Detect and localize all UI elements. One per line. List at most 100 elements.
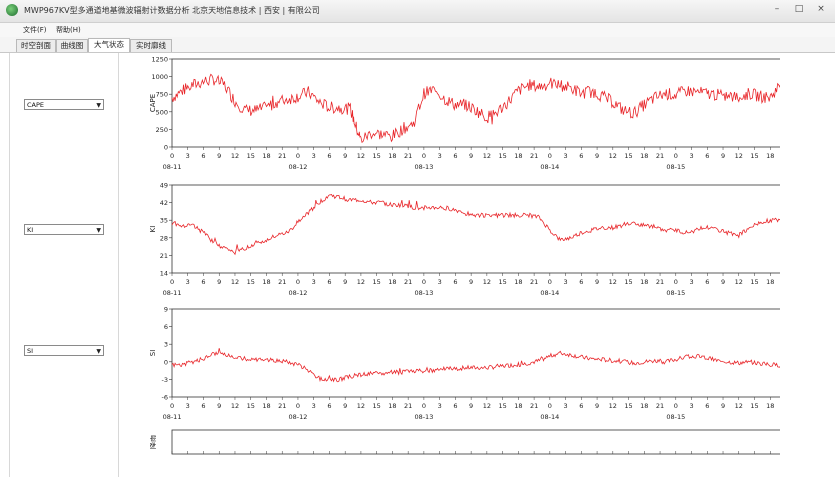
x-tick-label: 9	[469, 152, 473, 160]
x-tick-label: 0	[170, 152, 174, 160]
tab-realtime-profile[interactable]: 实时廓线	[130, 39, 172, 52]
y-tick-label: 14	[160, 270, 168, 278]
x-tick-label: 21	[404, 402, 412, 410]
x-tick-label: 6	[453, 278, 457, 286]
x-tick-label: 21	[530, 402, 538, 410]
x-tick-label: 6	[579, 152, 583, 160]
tab-content: CAPE ▼ KI ▼ SI ▼ CAPE 1250 1000 750 500 250 0 0…	[0, 52, 835, 477]
x-tick-label: 3	[438, 402, 442, 410]
cape-chart: CAPE 1250 1000 750 500 250 0 0 3 6 9 12 15 18 21 0 3 6 9 12…	[150, 55, 780, 175]
date-label: 08-15	[666, 163, 685, 171]
y-tick-label: 9	[164, 306, 168, 314]
y-tick-label: 42	[160, 199, 168, 207]
y-tick-label: 250	[156, 126, 168, 134]
y-tick-label: 1250	[151, 56, 168, 64]
x-tick-label: 18	[640, 152, 648, 160]
x-tick-label: 18	[514, 278, 522, 286]
date-label: 08-13	[414, 289, 433, 297]
x-tick-label: 21	[278, 278, 286, 286]
x-tick-label: 6	[579, 278, 583, 286]
menu-help[interactable]: 帮助(H)	[56, 25, 81, 35]
x-tick-label: 15	[624, 402, 632, 410]
x-tick-label: 6	[453, 152, 457, 160]
index-select-3[interactable]: SI ▼	[24, 345, 104, 356]
x-tick-label: 9	[217, 402, 221, 410]
date-label: 08-11	[163, 163, 182, 171]
x-tick-label: 0	[674, 278, 678, 286]
plot-frame	[171, 184, 780, 274]
x-tick-label: 15	[750, 402, 758, 410]
x-tick-label: 3	[186, 278, 190, 286]
x-tick-label: 12	[735, 278, 743, 286]
x-tick-label: 3	[689, 402, 693, 410]
date-label: 08-14	[540, 289, 559, 297]
y-tick-label: 49	[160, 182, 168, 190]
x-tick-label: 3	[564, 278, 568, 286]
x-tick-label: 0	[296, 152, 300, 160]
minimize-button[interactable]: –	[771, 4, 783, 15]
y-tick-label: 3	[164, 341, 168, 349]
x-tick-label: 15	[247, 152, 255, 160]
x-tick-label: 18	[388, 278, 396, 286]
date-label: 08-14	[540, 163, 559, 171]
x-tick-label: 21	[404, 152, 412, 160]
x-tick-label: 3	[689, 278, 693, 286]
x-tick-label: 3	[438, 152, 442, 160]
date-label: 08-14	[540, 413, 559, 421]
maximize-button[interactable]: □	[793, 4, 805, 15]
title-bar: MWP967KV型多通道地基微波辐射计数据分析 北京天地信息技术 | 西安 | …	[0, 0, 835, 23]
x-tick-label: 18	[766, 402, 774, 410]
x-tick-label: 15	[498, 278, 506, 286]
x-tick-label: 0	[422, 278, 426, 286]
dropdown-arrow-icon: ▼	[96, 348, 101, 355]
tab-curves[interactable]: 曲线图	[56, 39, 88, 52]
x-tick-label: 18	[262, 278, 270, 286]
x-tick-label: 0	[548, 402, 552, 410]
x-tick-label: 6	[705, 278, 709, 286]
x-tick-label: 18	[262, 402, 270, 410]
x-tick-label: 9	[469, 402, 473, 410]
x-tick-label: 3	[186, 402, 190, 410]
app-window: MWP967KV型多通道地基微波辐射计数据分析 北京天地信息技术 | 西安 | …	[0, 0, 835, 477]
x-tick-label: 9	[595, 402, 599, 410]
tab-spatiotemporal[interactable]: 时空剖面	[16, 39, 56, 52]
index-select-1[interactable]: CAPE ▼	[24, 99, 104, 110]
close-button[interactable]: ×	[815, 4, 827, 15]
tab-strip: 时空剖面 曲线图 大气状态 实时廓线	[0, 38, 835, 53]
tab-atmosphere[interactable]: 大气状态	[88, 38, 130, 53]
x-tick-label: 18	[388, 402, 396, 410]
app-globe-icon	[6, 4, 18, 16]
y-tick-label: 28	[160, 234, 168, 242]
x-tick-label: 0	[548, 152, 552, 160]
x-tick-label: 12	[609, 152, 617, 160]
x-tick-label: 0	[296, 278, 300, 286]
x-tick-label: 21	[278, 152, 286, 160]
x-tick-label: 3	[312, 402, 316, 410]
x-tick-label: 6	[453, 402, 457, 410]
x-tick-label: 0	[674, 402, 678, 410]
index-select-2[interactable]: KI ▼	[24, 224, 104, 235]
x-tick-label: 15	[498, 152, 506, 160]
x-tick-label: 12	[735, 152, 743, 160]
x-tick-label: 6	[201, 402, 205, 410]
x-tick-label: 18	[262, 152, 270, 160]
x-tick-label: 9	[217, 152, 221, 160]
x-tick-label: 12	[483, 278, 491, 286]
x-tick-label: 3	[312, 278, 316, 286]
x-tick-label: 3	[564, 402, 568, 410]
date-label: 08-12	[289, 413, 308, 421]
x-tick-label: 3	[438, 278, 442, 286]
selector-pane	[9, 53, 119, 477]
x-tick-label: 15	[373, 152, 381, 160]
menu-file[interactable]: 文件(F)	[23, 25, 47, 35]
x-tick-label: 3	[564, 152, 568, 160]
x-tick-label: 6	[201, 152, 205, 160]
x-tick-label: 18	[766, 152, 774, 160]
x-tick-label: 21	[404, 278, 412, 286]
y-tick-label: 21	[160, 252, 168, 260]
x-tick-label: 0	[296, 402, 300, 410]
x-tick-label: 6	[327, 278, 331, 286]
x-tick-label: 12	[231, 152, 239, 160]
ki-chart-svg: KI4942352821140 3 6 9 12 15 18 21 0 3 6 9 12 15 18 21 0 3…	[150, 182, 780, 297]
si-chart: SI 9 6 3 0 -3 -6 0 3 6 9 12 15 18 21 0 3 6 9 12 15 18 21 0 3 6 9 12…	[150, 305, 780, 425]
